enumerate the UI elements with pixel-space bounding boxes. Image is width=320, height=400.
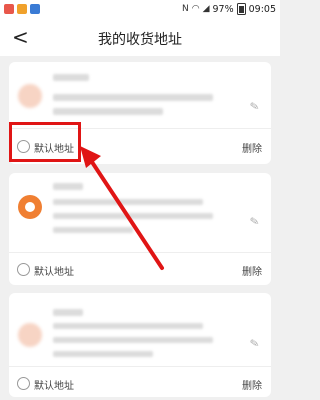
arrow-shaft (86, 154, 164, 270)
annotation-arrow (80, 146, 164, 270)
arrow-head (80, 146, 101, 168)
